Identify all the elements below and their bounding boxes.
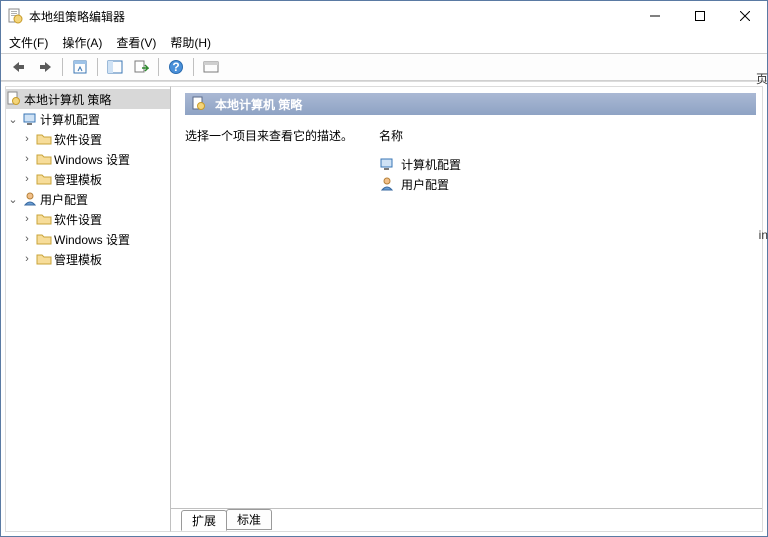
window: 本地组策略编辑器 文件(F) 操作(A) 查看(V) 帮助(H) ? 本地计算机… xyxy=(0,0,768,537)
description-text: 选择一个项目来查看它的描述。 xyxy=(185,127,355,503)
tree-label: 用户配置 xyxy=(40,191,88,208)
body: 本地计算机 策略 ⌄ 计算机配置 › 软件设置 › Windows 设置 › 管… xyxy=(1,81,767,536)
menu-action[interactable]: 操作(A) xyxy=(62,34,102,51)
cropped-text: in xyxy=(759,228,768,242)
back-button[interactable] xyxy=(7,56,31,78)
menu-help[interactable]: 帮助(H) xyxy=(170,34,211,51)
maximize-button[interactable] xyxy=(677,1,722,31)
toolbar: ? xyxy=(1,53,767,81)
details-header: 本地计算机 策略 xyxy=(185,93,756,115)
folder-icon xyxy=(36,231,52,247)
toolbar-separator xyxy=(193,58,194,76)
expand-icon[interactable]: › xyxy=(20,133,34,145)
tree-user-windows[interactable]: › Windows 设置 xyxy=(6,229,170,249)
tree-user-templates[interactable]: › 管理模板 xyxy=(6,249,170,269)
list-item-label: 计算机配置 xyxy=(401,156,461,173)
tree-label: 软件设置 xyxy=(54,131,102,148)
expand-icon[interactable]: › xyxy=(20,233,34,245)
menu-file[interactable]: 文件(F) xyxy=(9,34,48,51)
tree-user-config[interactable]: ⌄ 用户配置 xyxy=(6,189,170,209)
column-header-name[interactable]: 名称 xyxy=(379,127,752,144)
tree-comp-templates[interactable]: › 管理模板 xyxy=(6,169,170,189)
computer-icon xyxy=(22,111,38,127)
svg-text:?: ? xyxy=(172,60,179,74)
folder-icon xyxy=(36,211,52,227)
policy-icon xyxy=(191,96,207,112)
toolbar-separator xyxy=(97,58,98,76)
user-icon xyxy=(22,191,38,207)
tree-label: 计算机配置 xyxy=(40,111,100,128)
expand-icon[interactable]: › xyxy=(20,153,34,165)
expand-icon[interactable]: › xyxy=(20,173,34,185)
up-button[interactable] xyxy=(68,56,92,78)
details-panel: 本地计算机 策略 选择一个项目来查看它的描述。 名称 计算机配置 用户配置 xyxy=(171,86,763,532)
menu-view[interactable]: 查看(V) xyxy=(116,34,156,51)
tree-label: 本地计算机 策略 xyxy=(24,91,111,108)
tab-standard[interactable]: 标准 xyxy=(226,509,272,530)
toolbar-separator xyxy=(62,58,63,76)
app-icon xyxy=(7,8,23,24)
collapse-icon[interactable]: ⌄ xyxy=(6,113,20,126)
tree-comp-software[interactable]: › 软件设置 xyxy=(6,129,170,149)
list-item-label: 用户配置 xyxy=(401,176,449,193)
filter-button[interactable] xyxy=(199,56,223,78)
tree-label: 管理模板 xyxy=(54,171,102,188)
policy-icon xyxy=(6,91,22,107)
folder-icon xyxy=(36,251,52,267)
cropped-text: 页 xyxy=(756,70,768,87)
tabs: 扩展 标准 xyxy=(171,508,762,530)
tab-extended[interactable]: 扩展 xyxy=(181,510,227,531)
show-hide-tree-button[interactable] xyxy=(103,56,127,78)
tree-label: Windows 设置 xyxy=(54,231,130,248)
tree-computer-config[interactable]: ⌄ 计算机配置 xyxy=(6,109,170,129)
list-column: 名称 计算机配置 用户配置 xyxy=(379,127,752,503)
expand-icon[interactable]: › xyxy=(20,253,34,265)
tree-label: Windows 设置 xyxy=(54,151,130,168)
titlebar: 本地组策略编辑器 xyxy=(1,1,767,31)
close-button[interactable] xyxy=(722,1,767,31)
minimize-button[interactable] xyxy=(632,1,677,31)
help-button[interactable]: ? xyxy=(164,56,188,78)
folder-icon xyxy=(36,171,52,187)
expand-icon[interactable]: › xyxy=(20,213,34,225)
tree-root[interactable]: 本地计算机 策略 xyxy=(6,89,170,109)
user-icon xyxy=(379,176,395,192)
menubar: 文件(F) 操作(A) 查看(V) 帮助(H) xyxy=(1,31,767,53)
tree-label: 软件设置 xyxy=(54,211,102,228)
tree-user-software[interactable]: › 软件设置 xyxy=(6,209,170,229)
tree-panel[interactable]: 本地计算机 策略 ⌄ 计算机配置 › 软件设置 › Windows 设置 › 管… xyxy=(5,86,171,532)
folder-icon xyxy=(36,131,52,147)
collapse-icon[interactable]: ⌄ xyxy=(6,193,20,206)
toolbar-separator xyxy=(158,58,159,76)
list-item[interactable]: 计算机配置 xyxy=(379,154,752,174)
list-item[interactable]: 用户配置 xyxy=(379,174,752,194)
details-content: 选择一个项目来查看它的描述。 名称 计算机配置 用户配置 xyxy=(171,115,762,509)
forward-button[interactable] xyxy=(33,56,57,78)
computer-icon xyxy=(379,156,395,172)
tree-label: 管理模板 xyxy=(54,251,102,268)
tree-comp-windows[interactable]: › Windows 设置 xyxy=(6,149,170,169)
folder-icon xyxy=(36,151,52,167)
export-list-button[interactable] xyxy=(129,56,153,78)
window-title: 本地组策略编辑器 xyxy=(29,8,125,25)
details-heading-text: 本地计算机 策略 xyxy=(215,96,302,113)
